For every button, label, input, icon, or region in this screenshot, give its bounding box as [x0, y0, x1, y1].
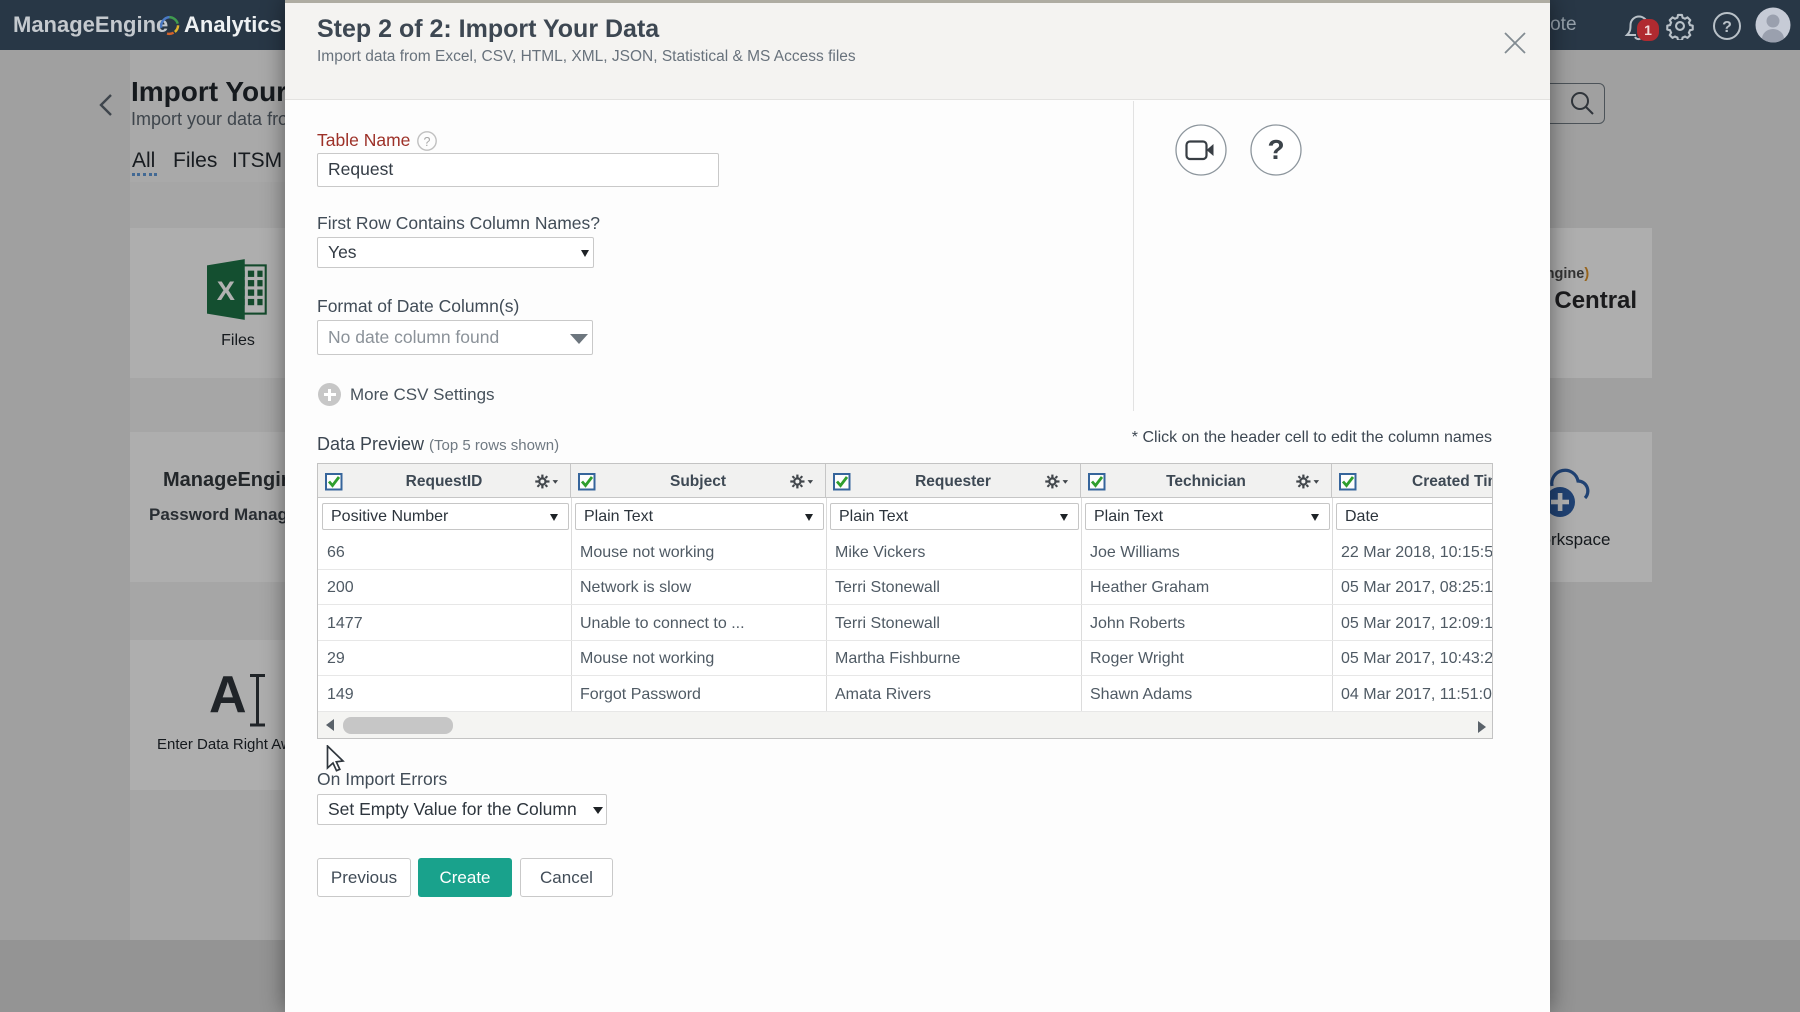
svg-text:?: ? — [1267, 134, 1284, 165]
svg-text:?: ? — [424, 135, 431, 149]
svg-text:?: ? — [1722, 19, 1732, 36]
